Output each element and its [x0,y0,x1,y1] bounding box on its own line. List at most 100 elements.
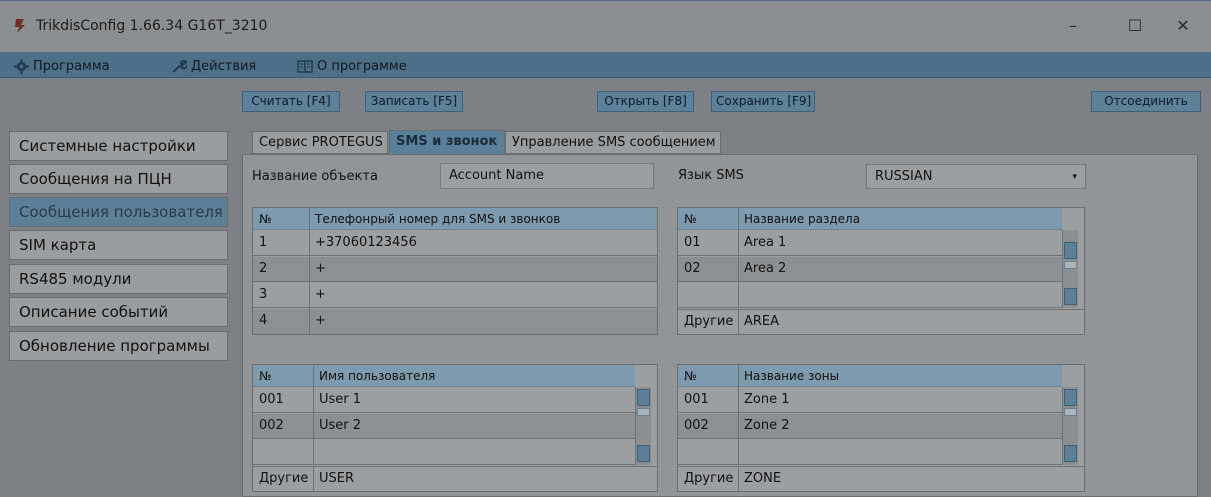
zone-name[interactable]: Zone 1 [740,388,790,412]
menu-about[interactable]: О программе [297,56,407,76]
table-row[interactable] [678,283,1062,308]
scroll-down-icon[interactable] [637,445,650,462]
column-header-phone: Телефонрый номер для SMS и звонков [315,212,561,226]
maximize-button[interactable]: ☐ [1120,15,1150,37]
row-number: 002 [259,418,284,433]
column-header-area-name: Название раздела [744,212,861,226]
column-divider [738,365,739,465]
phones-table-header: № Телефонрый номер для SMS и звонков [253,208,657,230]
sidebar-item-system-settings[interactable]: Системные настройки [9,131,228,161]
phone-value[interactable]: + [311,309,326,333]
phone-value[interactable]: + [311,283,326,307]
zones-other-row[interactable]: Другие ZONE [678,466,1084,491]
table-row[interactable]: 2 + [253,257,657,282]
sidebar-item-user-messages[interactable]: Сообщения пользователя [9,197,228,227]
other-label: Другие [259,471,309,486]
user-name[interactable]: User 1 [315,388,361,412]
table-row[interactable]: 002 Zone 2 [678,414,1062,439]
zones-table: № Название зоны 001 Zone 1 002 Zone 2 Др… [677,364,1085,492]
table-row[interactable]: 3 + [253,283,657,308]
other-area-value[interactable]: AREA [740,310,779,334]
row-number: 02 [684,261,701,276]
table-row[interactable]: 02 Area 2 [678,257,1062,282]
book-icon [297,59,313,73]
write-button[interactable]: Записать [F5] [365,91,463,112]
other-label: Другие [684,471,734,486]
users-other-row[interactable]: Другие USER [253,466,657,491]
tab-sms-and-call[interactable]: SMS и звонок [389,130,505,155]
column-header-zone-name: Название зоны [744,369,840,383]
table-row[interactable]: 1 +37060123456 [253,231,657,256]
scroll-thumb[interactable] [1064,408,1077,416]
sidebar-item-rs485-modules[interactable]: RS485 модули [9,264,228,294]
areas-table: № Название раздела 01 Area 1 02 Area 2 Д… [677,207,1085,335]
menu-about-label: О программе [317,58,407,74]
column-divider [313,365,314,465]
scroll-up-icon[interactable] [1064,242,1077,259]
sidebar-item-firmware-update[interactable]: Обновление программы [9,331,228,361]
scroll-thumb[interactable] [1064,261,1077,269]
scroll-up-icon[interactable] [1064,389,1077,406]
zones-scrollbar[interactable] [1062,387,1078,465]
save-button[interactable]: Сохранить [F9] [711,91,815,112]
area-name[interactable]: Area 1 [740,231,786,255]
column-divider [738,310,739,334]
menu-bar: Программа Действия О программе [0,52,1211,78]
close-button[interactable]: ✕ [1168,15,1198,37]
sidebar-item-event-descriptions[interactable]: Описание событий [9,297,228,327]
column-header-no: № [684,369,697,383]
column-header-no: № [684,212,697,226]
window-title: TrikdisConfig 1.66.34 G16T_3210 [36,18,268,34]
gear-icon [14,58,29,74]
menu-actions-label: Действия [191,58,257,74]
users-table: № Имя пользователя 001 User 1 002 User 2… [252,364,658,492]
sidebar-item-cms-messages[interactable]: Сообщения на ПЦН [9,164,228,194]
read-button[interactable]: Считать [F4] [242,91,340,112]
areas-scrollbar[interactable] [1062,230,1078,308]
scroll-down-icon[interactable] [1064,288,1077,305]
column-divider [738,208,739,308]
row-number: 1 [259,235,268,250]
scroll-up-icon[interactable] [637,389,650,406]
chevron-down-icon: ▾ [1072,172,1077,182]
phone-value[interactable]: + [311,257,326,281]
other-user-value[interactable]: USER [315,467,354,491]
minimize-button[interactable]: – [1058,15,1088,37]
tab-sms-control[interactable]: Управление SMS сообщением [505,131,721,154]
table-row[interactable] [253,440,635,465]
app-logo-icon [15,19,25,33]
table-row[interactable]: 4 + [253,309,657,334]
sidebar-item-sim-card[interactable]: SIM карта [9,230,228,260]
disconnect-button[interactable]: Отсоединить [1091,91,1201,112]
sms-language-select[interactable]: RUSSIAN ▾ [866,164,1086,189]
table-row[interactable]: 001 Zone 1 [678,388,1062,413]
users-table-header: № Имя пользователя [253,365,635,387]
phone-value[interactable]: +37060123456 [311,231,417,255]
menu-program-label: Программа [33,58,110,74]
object-name-input[interactable]: Account Name [440,163,654,189]
other-zone-value[interactable]: ZONE [740,467,781,491]
menu-actions[interactable]: Действия [171,56,256,76]
table-row[interactable]: 002 User 2 [253,414,635,439]
open-button[interactable]: Открыть [F8] [597,91,694,112]
wrench-icon [172,59,187,73]
title-bar: TrikdisConfig 1.66.34 G16T_3210 – ☐ ✕ [0,0,1211,52]
users-scrollbar[interactable] [635,387,651,465]
tab-protegus-service[interactable]: Сервис PROTEGUS [252,131,388,154]
row-number: 01 [684,235,701,250]
area-name[interactable]: Area 2 [740,257,786,281]
table-row[interactable]: 001 User 1 [253,388,635,413]
scroll-down-icon[interactable] [1064,445,1077,462]
column-divider [309,208,310,334]
menu-program[interactable]: Программа [14,56,110,76]
areas-other-row[interactable]: Другие AREA [678,309,1084,334]
zone-name[interactable]: Zone 2 [740,414,790,438]
object-name-label: Название объекта [252,169,378,184]
areas-table-header: № Название раздела [678,208,1062,230]
column-divider [313,467,314,491]
table-row[interactable]: 01 Area 1 [678,231,1062,256]
scroll-thumb[interactable] [637,408,650,416]
user-name[interactable]: User 2 [315,414,361,438]
row-number: 002 [684,418,709,433]
table-row[interactable] [678,440,1062,465]
